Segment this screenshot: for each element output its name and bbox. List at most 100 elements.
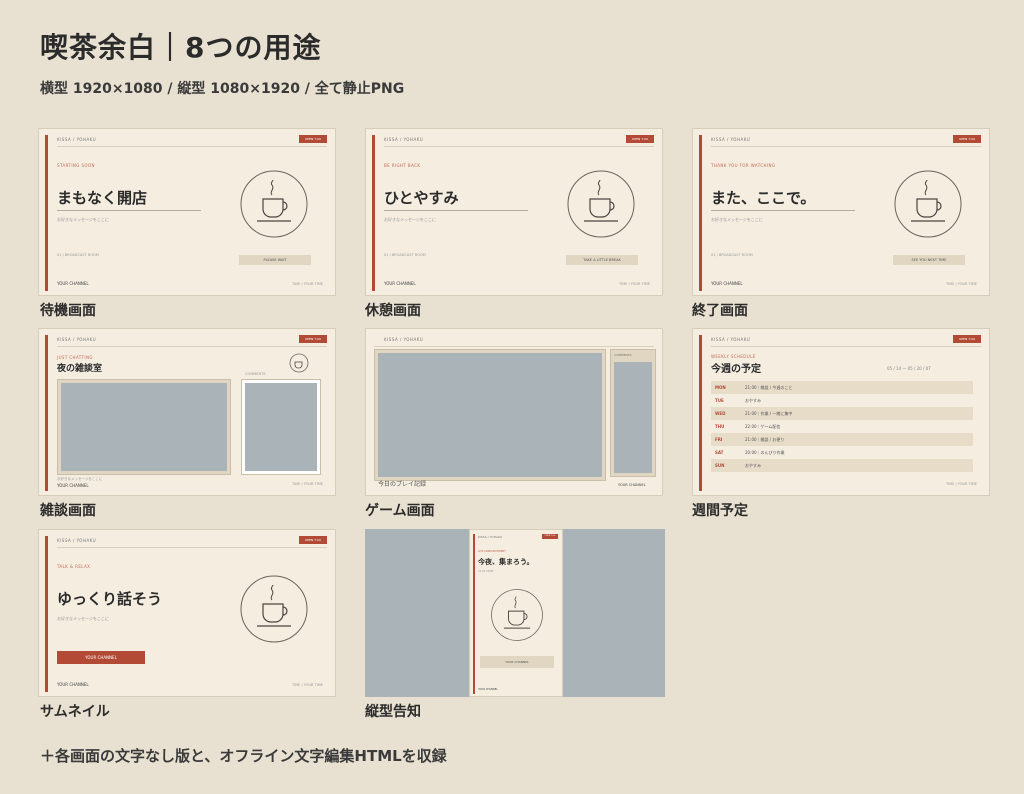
comments-placeholder (245, 383, 317, 471)
schedule-text: 21:00｜雑談 / お便り (745, 437, 785, 442)
kicker: THANK YOU FOR WATCHING (711, 163, 776, 168)
accent-bar (45, 135, 48, 291)
divider (57, 346, 327, 347)
page-title: 喫茶余白｜8つの用途 (40, 31, 322, 64)
schedule-day: SUN (715, 463, 725, 468)
mini-cup-icon (289, 353, 309, 377)
schedule-day: TUE (715, 398, 724, 403)
screen-title: 今週の予定 (711, 364, 761, 375)
schedule-day: THU (715, 424, 725, 429)
divider (384, 146, 654, 147)
time: TIME / YOUR TIME (618, 282, 650, 286)
open-tag: OPEN 7:00 (299, 536, 327, 544)
comments-placeholder (614, 362, 652, 473)
game-frame (374, 349, 606, 481)
label-vertical: 縦型告知 (365, 704, 421, 720)
label-schedule: 週間予定 (692, 503, 748, 519)
time: TIME / YOUR TIME (291, 683, 323, 687)
channel: YOUR CHANNEL (711, 281, 743, 286)
brand: KISSA / YOHAKU (384, 337, 424, 342)
schedule-row: SAT 20:00｜のんびり作業 (711, 446, 973, 459)
divider (57, 547, 327, 548)
channel: YOUR CHANNEL (384, 281, 416, 286)
thumb-thumbnail[interactable]: KISSA / YOHAKU OPEN 7:00 TALK & RELAX ゆっ… (38, 529, 336, 697)
underline (57, 210, 201, 211)
label-game: ゲーム画面 (365, 503, 435, 519)
kicker: TALK & RELAX (57, 564, 91, 569)
channel: YOUR CHANNEL (57, 281, 89, 286)
comments-frame: COMMENTS (610, 349, 656, 477)
schedule-row: TUE おやすみ (711, 394, 973, 407)
accent-bar (45, 536, 48, 692)
open-tag: OPEN 7:00 (953, 335, 981, 343)
schedule-day: WED (715, 411, 726, 416)
coffee-cup-icon (893, 169, 963, 243)
channel: YOUR CHANNEL (57, 682, 89, 687)
schedule-text: おやすみ (745, 398, 761, 403)
open-tag: OPEN 7:00 (953, 135, 981, 143)
kicker: JUST CHATTING (57, 355, 93, 360)
label-break: 休憩画面 (365, 303, 421, 319)
screen-title: 夜の雑談室 (57, 364, 103, 374)
divider (711, 146, 981, 147)
divider (374, 346, 654, 347)
time: TIME / YOUR TIME (291, 282, 323, 286)
thumb-ending[interactable]: KISSA / YOHAKU OPEN 7:00 THANK YOU FOR W… (692, 128, 990, 296)
brand: KISSA / YOHAKU (384, 137, 424, 142)
channel: YOUR CHANNEL (57, 483, 89, 488)
screen-title: 今夜、集まろう。 (478, 558, 534, 566)
label-ending: 終了画面 (692, 303, 748, 319)
open-tag: OPEN 7:00 (542, 534, 558, 539)
divider (711, 346, 981, 347)
status-button: TAKE A LITTLE BREAK (566, 255, 638, 265)
label-standby: 待機画面 (40, 303, 96, 319)
start-time: 21:00 START (478, 570, 494, 573)
accent-bar (45, 335, 48, 491)
footer-note: ＋各画面の文字なし版と、オフライン文字編集HTMLを収録 (40, 747, 447, 765)
kicker: WEEKLY SCHEDULE (711, 354, 756, 359)
kicker: STARTING SOON (57, 163, 95, 168)
message: お好きなメッセージをここに (57, 477, 103, 481)
thumb-schedule[interactable]: KISSA / YOHAKU OPEN 7:00 WEEKLY SCHEDULE… (692, 328, 990, 496)
brand: KISSA / YOHAKU (711, 337, 751, 342)
label-thumbnail: サムネイル (40, 704, 110, 720)
schedule-row: THU 22:00｜ゲーム配信 (711, 420, 973, 433)
schedule-row: SUN おやすみ (711, 459, 973, 472)
channel-button: YOUR CHANNEL (57, 651, 145, 664)
coffee-cup-icon (239, 574, 309, 648)
channel: YOUR CHANNEL (478, 688, 498, 691)
schedule-day: MON (715, 385, 726, 390)
thumb-break[interactable]: KISSA / YOHAKU OPEN 7:00 BE RIGHT BACK ひ… (365, 128, 663, 296)
thumb-game[interactable]: KISSA / YOHAKU COMMENTS 今日のプレイ記録 YOUR CH… (365, 328, 663, 496)
accent-bar (372, 135, 375, 291)
video-frame (57, 379, 231, 475)
open-tag: OPEN 7:00 (626, 135, 654, 143)
schedule-day: FRI (715, 437, 723, 442)
kicker: LIVE ANNOUNCEMENT (478, 550, 506, 553)
meta: 01 / BROADCAST ROOM (711, 253, 753, 257)
vertical-poster: KISSA / YOHAKU OPEN 7:00 LIVE ANNOUNCEME… (469, 529, 563, 697)
time: TIME / YOUR TIME (945, 482, 977, 486)
brand: KISSA / YOHAKU (57, 538, 97, 543)
video-placeholder (61, 383, 227, 471)
schedule-text: 21:00｜作業 / 一緒に集中 (745, 411, 793, 416)
screen-title: また、ここで。 (711, 189, 816, 207)
comments-label: COMMENTS (245, 372, 266, 376)
channel: YOUR CHANNEL (618, 483, 646, 487)
underline (384, 210, 528, 211)
divider (57, 146, 327, 147)
open-tag: OPEN 7:00 (299, 135, 327, 143)
thumb-vertical[interactable]: KISSA / YOHAKU OPEN 7:00 LIVE ANNOUNCEME… (365, 529, 665, 697)
brand: KISSA / YOHAKU (57, 137, 97, 142)
time: TIME / YOUR TIME (291, 482, 323, 486)
schedule-text: 21:00｜雑談 / 今週のこと (745, 385, 793, 390)
accent-bar (699, 135, 702, 291)
meta: 01 / BROADCAST ROOM (384, 253, 426, 257)
message: お好きなメッセージをここに (384, 217, 436, 222)
thumb-standby[interactable]: KISSA / YOHAKU OPEN 7:00 STARTING SOON ま… (38, 128, 336, 296)
brand: KISSA / YOHAKU (57, 337, 97, 342)
schedule-row: WED 21:00｜作業 / 一緒に集中 (711, 407, 973, 420)
thumb-chatting[interactable]: KISSA / YOHAKU OPEN 7:00 JUST CHATTING 夜… (38, 328, 336, 496)
message: お好きなメッセージをここに (711, 217, 763, 222)
accent-bar (699, 335, 702, 491)
